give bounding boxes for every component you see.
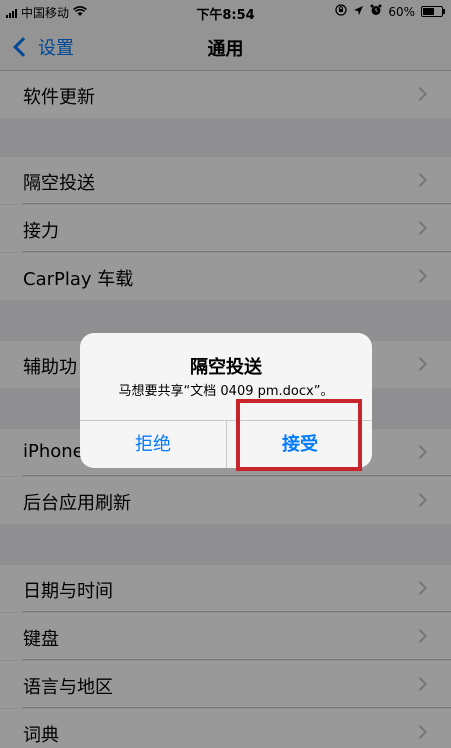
- accept-highlight-box: [236, 399, 362, 471]
- alert-message: 马想要共享“文档 0409 pm.docx”。: [118, 384, 334, 399]
- decline-button[interactable]: 拒绝: [80, 421, 226, 468]
- alert-title: 隔空投送: [190, 357, 262, 378]
- settings-screen: 中国移动 下午8:54 60% 设置 通用 软件更新 隔空投送 接力 CarPl…: [0, 0, 451, 748]
